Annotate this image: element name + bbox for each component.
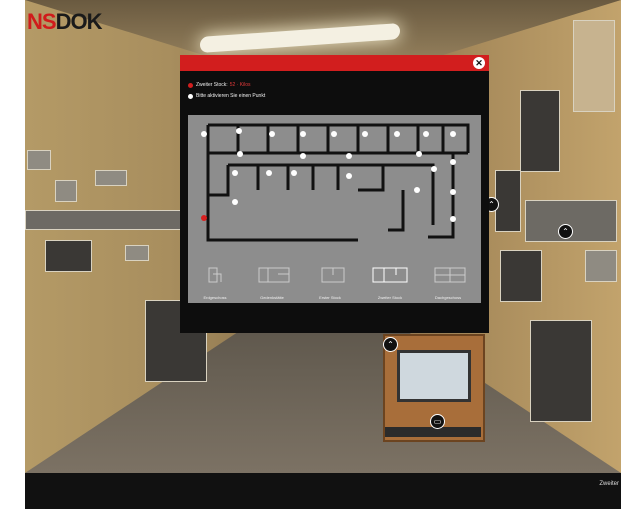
hotspot-point[interactable] [236,128,242,134]
logo-ns: NS [27,9,57,34]
floor-label[interactable]: Erster Stock [305,295,355,300]
kiosk-screen-icon[interactable]: ▭ [430,414,445,429]
exhibit-photo [95,170,127,186]
exhibit-poster [573,20,615,112]
hotspot-point[interactable] [237,151,243,157]
hotspot-point[interactable] [450,216,456,222]
legend-current-value: 52 · Kilos [229,82,251,88]
legend-hint-text: Bitte aktivieren Sie einen Punkt [196,93,266,99]
hotspot-point[interactable] [450,131,456,137]
hotspot-point[interactable] [414,187,420,193]
modal-header-bar [180,55,489,71]
exhibit-photo [500,250,542,302]
hotspot-point[interactable] [346,153,352,159]
hotspot-point[interactable] [232,199,238,205]
hotspot-point[interactable] [431,166,437,172]
floor-thumb-1[interactable] [313,265,353,285]
kiosk-nav-arrow-icon[interactable]: ⌃ [383,337,398,352]
exhibit-photo [27,150,51,170]
floor-label[interactable]: Erdgeschoss [190,295,240,300]
floor-thumb-icon [208,267,222,283]
exhibit-photo [125,245,149,261]
hotspot-point[interactable] [291,170,297,176]
hotspot-point[interactable] [201,131,207,137]
hotspot-point[interactable] [266,170,272,176]
exhibit-photo [495,170,521,232]
hotspot-point[interactable] [331,131,337,137]
current-position-marker[interactable] [201,215,207,221]
legend-current-label: Zweiter Stock: [196,82,228,88]
hotspot-point[interactable] [232,170,238,176]
kiosk-screen [397,350,471,402]
exhibit-photo [530,320,592,422]
hotspot-point[interactable] [450,159,456,165]
floor-label[interactable]: Zweiter Stock [365,295,415,300]
exhibit-strip [25,210,182,230]
hotspot-dot-icon [188,93,193,99]
hotspot-point[interactable] [362,131,368,137]
hotspot-point[interactable] [416,151,422,157]
exhibit-photo [520,90,560,172]
pano-nav-arrow-icon[interactable]: ⌃ [558,224,573,239]
hotspot-point[interactable] [300,153,306,159]
floor-thumb-eg[interactable] [195,265,235,285]
hotspot-point[interactable] [394,131,400,137]
floor-label[interactable]: Gedenkstätte [247,295,297,300]
hotspot-point[interactable] [450,189,456,195]
hotspot-point[interactable] [346,173,352,179]
legend-current: Zweiter Stock: 52 · Kilos [188,82,251,88]
floor-thumb-icon [258,267,290,283]
floor-thumb-icon [372,267,408,283]
exhibit-photo [55,180,77,202]
exhibit-photo [45,240,92,272]
floor-thumb-icon [321,267,345,283]
hotspot-point[interactable] [269,131,275,137]
bottom-toolbar: Zweiter [25,473,621,509]
hotspot-point[interactable] [423,131,429,137]
floor-thumb-dach[interactable] [430,265,470,285]
floor-thumb-gedenk[interactable] [254,265,294,285]
nsdok-logo[interactable]: NSDOK [27,9,103,35]
virtual-tour-viewer: NSDOK ⌃ ⌃ ⌃ ▭ ✕ Zweiter Stock: 52 · Kilo… [0,0,621,509]
floor-thumb-2[interactable] [370,265,410,285]
floor-label[interactable]: Dachgeschoss [423,295,473,300]
floor-thumb-icon [434,267,466,283]
hotspot-point[interactable] [300,131,306,137]
exhibit-photo [585,250,617,282]
logo-dok: DOK [55,9,103,34]
legend-hint: Bitte aktivieren Sie einen Punkt [188,93,265,99]
floorplan-modal: ✕ Zweiter Stock: 52 · Kilos Bitte aktivi… [180,55,489,333]
bottom-bar-label[interactable]: Zweiter [599,481,619,487]
kiosk-base [385,427,481,437]
current-dot-icon [188,82,193,88]
close-button[interactable]: ✕ [473,57,485,69]
